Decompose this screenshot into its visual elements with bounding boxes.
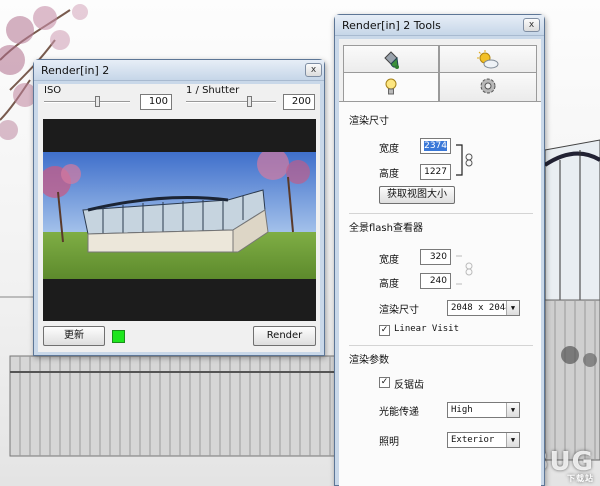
- divider: [349, 213, 533, 214]
- render-size-heading: 渲染尺寸: [349, 116, 389, 127]
- panorama-height-input[interactable]: 240: [420, 273, 451, 289]
- linear-visit-label: Linear Visit: [394, 324, 460, 334]
- panorama-size-select[interactable]: 2048 x 2048 ▼: [447, 300, 520, 316]
- light-bulb-icon: [385, 78, 397, 95]
- tab-lighting[interactable]: [343, 72, 439, 101]
- panorama-size-value: 2048 x 2048: [451, 303, 511, 313]
- tools-window-title: Render[in] 2 Tools: [342, 19, 441, 32]
- lighting-select[interactable]: Exterior ▼: [447, 432, 520, 448]
- sun-cloud-icon: [477, 50, 499, 69]
- divider: [349, 345, 533, 346]
- render-preview-window: Render[in] 2 x ISO 100 1 / Shutter 200 更…: [33, 59, 325, 356]
- gear-icon: [480, 78, 496, 94]
- panorama-heading: 全景flash查看器: [349, 223, 423, 234]
- preview-body: ISO 100 1 / Shutter 200 更新 Render: [38, 84, 320, 352]
- render-tools-window: Render[in] 2 Tools x 渲染尺寸 宽度 2374 高度 122…: [334, 14, 545, 486]
- chevron-down-icon: ▼: [506, 301, 519, 315]
- render-preview-image: [43, 152, 316, 279]
- antialias-checkbox[interactable]: ✓: [379, 377, 390, 388]
- panorama-width-label: 宽度: [379, 255, 399, 266]
- close-icon: x: [310, 65, 317, 75]
- panorama-size-label: 渲染尺寸: [379, 305, 419, 316]
- panorama-lock-icon[interactable]: [456, 253, 476, 287]
- lighting-label: 照明: [379, 437, 399, 448]
- chevron-down-icon: ▼: [506, 403, 519, 417]
- render-width-label: 宽度: [379, 144, 399, 155]
- render-height-label: 高度: [379, 169, 399, 180]
- iso-value-input[interactable]: 100: [140, 94, 172, 110]
- shutter-slider-track[interactable]: [186, 101, 276, 103]
- shutter-label: 1 / Shutter: [186, 85, 240, 96]
- refresh-button[interactable]: 更新: [43, 326, 105, 346]
- preview-window-title: Render[in] 2: [41, 64, 110, 77]
- tab-environment[interactable]: [439, 45, 537, 74]
- close-icon: x: [528, 20, 535, 30]
- render-params-heading: 渲染参数: [349, 355, 389, 366]
- tab-settings[interactable]: [439, 72, 537, 101]
- panorama-width-input[interactable]: 320: [420, 249, 451, 265]
- iso-slider-track[interactable]: [44, 101, 130, 103]
- iso-slider-thumb[interactable]: [95, 96, 100, 107]
- preview-close-button[interactable]: x: [305, 63, 322, 77]
- tools-close-button[interactable]: x: [523, 18, 540, 32]
- panorama-height-label: 高度: [379, 279, 399, 290]
- tab-materials[interactable]: [343, 45, 439, 74]
- light-transport-value: High: [451, 405, 473, 415]
- iso-label: ISO: [44, 85, 62, 96]
- render-width-value: 2374: [424, 141, 447, 151]
- render-height-input[interactable]: 1227: [420, 164, 451, 180]
- shutter-slider-thumb[interactable]: [247, 96, 252, 107]
- antialias-label: 反锯齿: [394, 380, 424, 391]
- light-transport-label: 光能传递: [379, 407, 419, 418]
- paint-bucket-icon: [384, 51, 399, 69]
- render-preview-area: [43, 119, 316, 321]
- light-transport-select[interactable]: High ▼: [447, 402, 520, 418]
- tools-body: 渲染尺寸 宽度 2374 高度 1227 获取视图大小 全景flash查看器 宽…: [339, 39, 541, 486]
- chevron-down-icon: ▼: [506, 433, 519, 447]
- shutter-value-input[interactable]: 200: [283, 94, 315, 110]
- linear-visit-checkbox[interactable]: ✓: [379, 325, 390, 336]
- status-indicator: [112, 330, 125, 343]
- greenhouse-sketch-right: [543, 139, 600, 461]
- get-view-size-button[interactable]: 获取视图大小: [379, 186, 455, 204]
- aspect-lock-icon[interactable]: [456, 142, 476, 178]
- render-width-input[interactable]: 2374: [420, 138, 451, 154]
- tools-title-bar[interactable]: Render[in] 2 Tools x: [335, 15, 544, 36]
- preview-title-bar[interactable]: Render[in] 2 x: [34, 60, 324, 81]
- render-button[interactable]: Render: [253, 326, 316, 346]
- lighting-value: Exterior: [451, 435, 495, 445]
- lighting-panel: 渲染尺寸 宽度 2374 高度 1227 获取视图大小 全景flash查看器 宽…: [339, 101, 541, 486]
